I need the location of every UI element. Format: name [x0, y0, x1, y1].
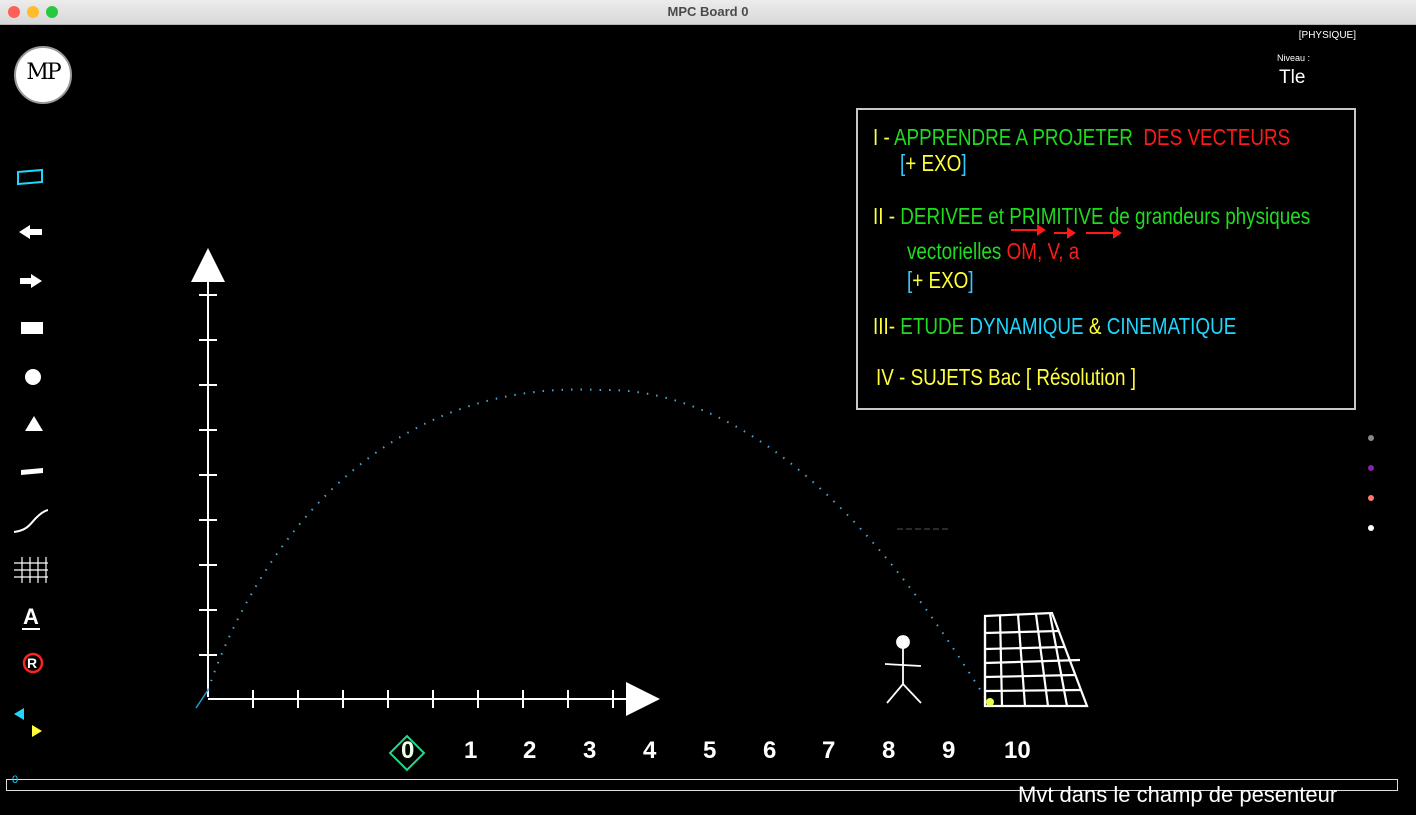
- palette-color-salmon[interactable]: [1368, 495, 1374, 501]
- palette-color-purple[interactable]: [1368, 465, 1374, 471]
- basketball-goal: [983, 611, 1089, 708]
- launch-vector: [195, 689, 209, 709]
- page-button-3[interactable]: 3: [583, 737, 596, 765]
- chapter-menu: I - APPRENDRE A PROJETER DES VECTEURS [+…: [856, 108, 1356, 410]
- y-axis: [199, 280, 217, 697]
- trajectory-path: [207, 388, 986, 698]
- exo-button-2[interactable]: [+ EXO]: [907, 267, 974, 294]
- ball: [986, 698, 994, 706]
- page-button-8[interactable]: 8: [882, 737, 895, 765]
- page-button-1[interactable]: 1: [464, 737, 477, 765]
- palette-color-white[interactable]: [1368, 525, 1374, 531]
- page-button-0[interactable]: 0: [401, 737, 414, 765]
- stick-figure: [884, 635, 922, 704]
- board-canvas[interactable]: MP [PHYSIQUE] Niveau : Tle A R I - APPRE…: [0, 25, 1416, 815]
- page-button-9[interactable]: 9: [942, 737, 955, 765]
- exo-button-1[interactable]: [+ EXO]: [900, 150, 967, 177]
- progress-value: 0: [12, 774, 19, 786]
- menu-item-4[interactable]: IV - SUJETS Bac [ Résolution ]: [876, 364, 1136, 391]
- page-button-5[interactable]: 5: [703, 737, 716, 765]
- palette-color-gray[interactable]: [1368, 435, 1374, 441]
- page-button-6[interactable]: 6: [763, 737, 776, 765]
- scene-caption: Mvt dans le champ de pesenteur: [1018, 782, 1338, 807]
- window-titlebar: MPC Board 0: [0, 0, 1416, 25]
- window-title: MPC Board 0: [667, 4, 749, 19]
- menu-item-1[interactable]: I - APPRENDRE A PROJETER DES VECTEURS: [873, 124, 1290, 151]
- menu-item-2-line2[interactable]: vectorielles OM, V, a: [907, 238, 1079, 265]
- page-button-4[interactable]: 4: [643, 737, 656, 765]
- page-button-10[interactable]: 10: [1004, 737, 1031, 765]
- page-button-7[interactable]: 7: [822, 737, 835, 765]
- x-axis-arrowhead: [626, 682, 660, 716]
- page-button-2[interactable]: 2: [523, 737, 536, 765]
- x-axis: [208, 690, 630, 708]
- y-axis-arrowhead: [191, 248, 225, 282]
- menu-item-3[interactable]: III- ETUDE DYNAMIQUE & CINEMATIQUE: [873, 313, 1236, 340]
